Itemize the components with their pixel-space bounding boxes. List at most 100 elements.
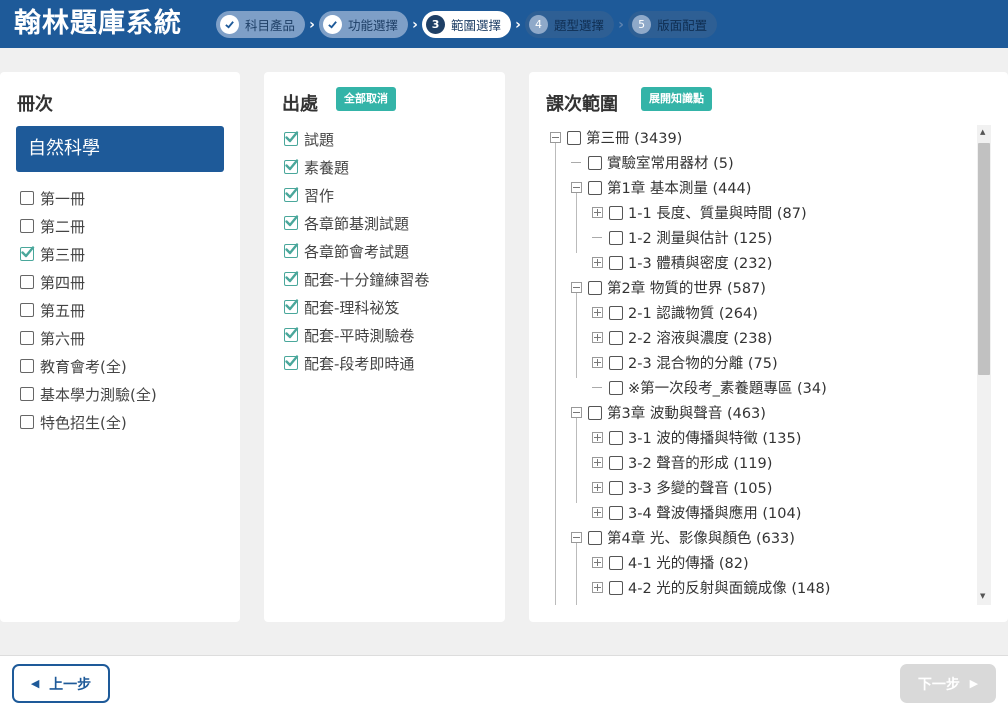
- checkbox[interactable]: [20, 387, 34, 401]
- checkbox[interactable]: [588, 155, 602, 170]
- volume-item[interactable]: 第五冊: [20, 296, 157, 324]
- checkbox[interactable]: [609, 330, 623, 345]
- checkbox-checked[interactable]: [284, 187, 299, 202]
- tree-node[interactable]: 3-3 多變的聲音 (105): [592, 475, 772, 500]
- checkbox-checked[interactable]: [284, 215, 299, 230]
- source-item[interactable]: 配套-十分鐘練習卷: [284, 265, 429, 293]
- subject-button[interactable]: 自然科學: [16, 126, 224, 172]
- source-item[interactable]: 試題: [284, 125, 429, 153]
- checkbox[interactable]: [588, 530, 602, 545]
- scroll-thumb[interactable]: [978, 143, 990, 375]
- tree-node[interactable]: 4-2 光的反射與面鏡成像 (148): [592, 575, 830, 600]
- checkbox[interactable]: [20, 303, 34, 317]
- checkbox-checked[interactable]: [284, 271, 299, 286]
- checkbox[interactable]: [609, 555, 623, 570]
- source-item[interactable]: 素養題: [284, 153, 429, 181]
- checkbox[interactable]: [609, 230, 623, 245]
- checkbox[interactable]: [609, 505, 623, 520]
- tree-node[interactable]: 4-3 光的折射 (?): [592, 600, 738, 605]
- tree-node[interactable]: 2-3 混合物的分離 (75): [592, 350, 778, 375]
- tree-node[interactable]: 第3章 波動與聲音 (463): [571, 400, 766, 425]
- source-item[interactable]: 各章節基測試題: [284, 209, 429, 237]
- expand-plus-icon[interactable]: [592, 557, 603, 568]
- expand-plus-icon[interactable]: [592, 332, 603, 343]
- collapse-minus-icon[interactable]: [550, 132, 561, 143]
- checkbox-checked[interactable]: [284, 327, 299, 342]
- checkbox[interactable]: [609, 455, 623, 470]
- prev-step-button[interactable]: ◀ 上一步: [12, 664, 110, 703]
- checkbox[interactable]: [609, 380, 623, 395]
- checkbox-checked[interactable]: [284, 131, 299, 146]
- volume-item[interactable]: 第一冊: [20, 184, 157, 212]
- tree-node[interactable]: 1-1 長度、質量與時間 (87): [592, 200, 807, 225]
- collapse-minus-icon[interactable]: [571, 182, 582, 193]
- expand-knowledge-button[interactable]: 展開知識點: [641, 87, 712, 111]
- volume-item[interactable]: 特色招生(全): [20, 408, 157, 436]
- collapse-minus-icon[interactable]: [571, 532, 582, 543]
- expand-plus-icon[interactable]: [592, 207, 603, 218]
- expand-plus-icon[interactable]: [592, 357, 603, 368]
- tree-node[interactable]: 3-1 波的傳播與特徵 (135): [592, 425, 801, 450]
- checkbox[interactable]: [20, 219, 34, 233]
- tree-node[interactable]: 第三冊 (3439): [550, 125, 682, 150]
- checkbox[interactable]: [20, 359, 34, 373]
- expand-plus-icon[interactable]: [592, 457, 603, 468]
- scroll-up-icon[interactable]: ▲: [980, 128, 985, 136]
- expand-plus-icon[interactable]: [592, 307, 603, 318]
- expand-plus-icon[interactable]: [592, 257, 603, 268]
- tree-node[interactable]: 第4章 光、影像與顏色 (633): [571, 525, 795, 550]
- volume-item[interactable]: 第三冊: [20, 240, 157, 268]
- source-item[interactable]: 各章節會考試題: [284, 237, 429, 265]
- checkbox[interactable]: [588, 405, 602, 420]
- volume-item[interactable]: 教育會考(全): [20, 352, 157, 380]
- checkbox[interactable]: [20, 191, 34, 205]
- checkbox-checked[interactable]: [284, 243, 299, 258]
- tree-node[interactable]: 2-1 認識物質 (264): [592, 300, 758, 325]
- checkbox[interactable]: [609, 255, 623, 270]
- source-item[interactable]: 配套-平時測驗卷: [284, 321, 429, 349]
- collapse-minus-icon[interactable]: [571, 407, 582, 418]
- checkbox[interactable]: [588, 280, 602, 295]
- checkbox-checked[interactable]: [20, 246, 35, 261]
- checkbox-checked[interactable]: [284, 355, 299, 370]
- expand-plus-icon[interactable]: [592, 507, 603, 518]
- tree-scrollbar[interactable]: ▲ ▼: [977, 125, 991, 605]
- source-item[interactable]: 配套-理科祕笈: [284, 293, 429, 321]
- tree-node[interactable]: 第1章 基本測量 (444): [571, 175, 751, 200]
- volume-item[interactable]: 第六冊: [20, 324, 157, 352]
- expand-plus-icon[interactable]: [592, 482, 603, 493]
- tree-node[interactable]: 3-4 聲波傳播與應用 (104): [592, 500, 801, 525]
- collapse-minus-icon[interactable]: [571, 282, 582, 293]
- checkbox[interactable]: [609, 430, 623, 445]
- checkbox-checked[interactable]: [284, 299, 299, 314]
- volume-item[interactable]: 第二冊: [20, 212, 157, 240]
- step-range-select[interactable]: 3 範圍選擇: [422, 11, 512, 38]
- step-function-select[interactable]: 功能選擇: [319, 11, 409, 38]
- checkbox[interactable]: [567, 130, 581, 145]
- volume-item[interactable]: 第四冊: [20, 268, 157, 296]
- volume-item[interactable]: 基本學力測驗(全): [20, 380, 157, 408]
- expand-plus-icon[interactable]: [592, 432, 603, 443]
- tree-node[interactable]: 1-3 體積與密度 (232): [592, 250, 772, 275]
- checkbox[interactable]: [609, 205, 623, 220]
- checkbox[interactable]: [20, 275, 34, 289]
- expand-plus-icon[interactable]: [592, 582, 603, 593]
- tree-node[interactable]: 實驗室常用器材 (5): [571, 150, 734, 175]
- tree-node[interactable]: 2-2 溶液與濃度 (238): [592, 325, 772, 350]
- tree-node[interactable]: 4-1 光的傳播 (82): [592, 550, 749, 575]
- checkbox[interactable]: [588, 180, 602, 195]
- checkbox[interactable]: [20, 331, 34, 345]
- tree-node[interactable]: 第2章 物質的世界 (587): [571, 275, 766, 300]
- scroll-down-icon[interactable]: ▼: [980, 592, 985, 600]
- checkbox[interactable]: [609, 580, 623, 595]
- checkbox[interactable]: [609, 305, 623, 320]
- tree-node[interactable]: 1-2 測量與估計 (125): [592, 225, 772, 250]
- tree-node[interactable]: 3-2 聲音的形成 (119): [592, 450, 772, 475]
- source-item[interactable]: 習作: [284, 181, 429, 209]
- checkbox-checked[interactable]: [284, 159, 299, 174]
- step-subject-product[interactable]: 科目產品: [216, 11, 306, 38]
- checkbox[interactable]: [609, 480, 623, 495]
- source-item[interactable]: 配套-段考即時通: [284, 349, 429, 377]
- tree-node[interactable]: ※第一次段考_素養題專區 (34): [592, 375, 827, 400]
- checkbox[interactable]: [609, 355, 623, 370]
